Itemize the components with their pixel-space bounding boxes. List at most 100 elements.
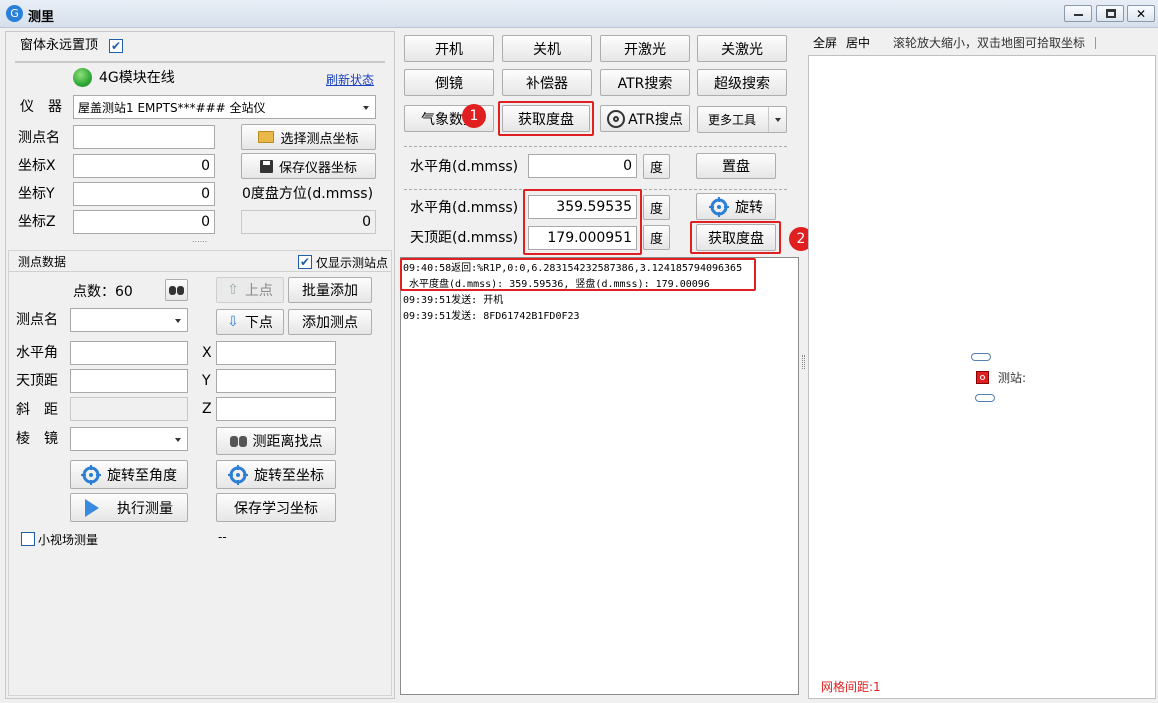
map-canvas[interactable]: 测站: 网格间距:1	[808, 55, 1156, 699]
rotate-to-coord-button[interactable]: 旋转至坐标	[216, 460, 336, 489]
zero-azimuth-label: 0度盘方位(d.mmss)	[242, 186, 374, 202]
x-label: X	[202, 345, 212, 361]
close-icon: ✕	[1135, 6, 1147, 21]
arrow-down-icon: ⇩	[227, 314, 239, 330]
execute-measure-button[interactable]: 执行测量	[70, 493, 188, 522]
station-label: 测站:	[998, 371, 1027, 385]
grid-spacing-label: 网格间距:1	[821, 680, 881, 694]
binocular-button[interactable]	[165, 279, 188, 301]
coord-z-input[interactable]: 0	[73, 210, 215, 234]
prism-label: 棱 镜	[16, 431, 58, 447]
log-line: 09:39:51发送: 8FD61742B1FD0F23	[403, 311, 580, 322]
chain-icon	[971, 353, 991, 361]
slope-distance-label: 斜 距	[16, 402, 58, 418]
coord-x-label: 坐标X	[18, 158, 56, 174]
degree-button-3[interactable]: 度	[643, 225, 670, 250]
zenith-input[interactable]	[70, 369, 188, 393]
vertical-splitter-grip[interactable]	[802, 355, 805, 369]
maximize-icon	[1106, 9, 1116, 18]
save-icon	[259, 159, 273, 173]
close-button[interactable]: ✕	[1127, 5, 1155, 22]
maximize-button[interactable]	[1096, 5, 1124, 22]
add-point-button[interactable]: 添加测点	[288, 309, 372, 335]
crosshair-icon	[709, 196, 729, 217]
compensator-button[interactable]: 补偿器	[502, 69, 592, 96]
more-tools-button[interactable]: 更多工具	[697, 106, 787, 133]
instrument-label: 仪 器	[20, 99, 62, 115]
only-station-label: 仅显示测站点	[316, 256, 389, 270]
highlight-box-2	[690, 221, 781, 254]
save-learn-coord-button[interactable]: 保存学习坐标	[216, 493, 336, 522]
next-point-button[interactable]: ⇩ 下点	[216, 309, 284, 335]
status-led-icon	[73, 68, 92, 87]
coord-y-label: 坐标Y	[18, 186, 55, 202]
instrument-select[interactable]: 屋盖测站1 EMPTS***### 全站仪	[73, 95, 376, 119]
refresh-status-link[interactable]: 刷新状态	[326, 71, 374, 89]
select-point-button[interactable]: 选择测点坐标	[241, 124, 376, 150]
binoculars-icon	[169, 285, 184, 295]
rotate-to-angle-button[interactable]: 旋转至角度	[70, 460, 188, 489]
fullscreen-button[interactable]: 全屏	[813, 34, 837, 52]
prev-point-button[interactable]: ⇧ 上点	[216, 277, 284, 303]
center-button[interactable]: 居中	[846, 34, 870, 52]
y-input[interactable]	[216, 369, 336, 393]
set-disk-button[interactable]: 置盘	[696, 153, 776, 179]
super-search-button[interactable]: 超级搜索	[697, 69, 787, 96]
play-icon	[85, 498, 99, 517]
coord-x-input[interactable]: 0	[73, 154, 215, 178]
hz-input[interactable]	[70, 341, 188, 365]
highlight-box-log	[400, 258, 756, 291]
only-station-checkbox[interactable]: ✔	[298, 255, 312, 269]
toolbar-divider	[1095, 37, 1096, 49]
log-area[interactable]: 09:40:58返回:%R1P,0:0,6.283154232587386,3.…	[400, 257, 799, 695]
laser-on-button[interactable]: 开激光	[600, 35, 690, 62]
title-bar: G 测里 ✕	[0, 0, 1158, 28]
measure-binoculars-icon	[229, 435, 247, 447]
zenith-label: 天顶距(d.mmss)	[410, 230, 519, 246]
zenith-label: 天顶距	[16, 373, 58, 389]
topmost-checkbox[interactable]: ✔	[109, 39, 123, 53]
slope-distance-input	[70, 397, 188, 421]
atr-point-button[interactable]: ATR搜点	[600, 105, 690, 132]
step-badge-1: 1	[462, 104, 486, 128]
flip-face-button[interactable]: 倒镜	[404, 69, 494, 96]
degree-button-2[interactable]: 度	[643, 195, 670, 220]
crosshair-icon	[228, 464, 248, 485]
z-input[interactable]	[216, 397, 336, 421]
hz-set-input[interactable]: 0	[528, 154, 637, 178]
splitter-grip[interactable]: ......	[192, 236, 207, 244]
z-label: Z	[202, 401, 212, 417]
chain-icon	[975, 394, 995, 402]
power-off-button[interactable]: 关机	[502, 35, 592, 62]
minimize-button[interactable]	[1064, 5, 1092, 22]
station-marker-icon[interactable]	[976, 371, 989, 384]
point-name-input[interactable]	[73, 125, 215, 149]
target-icon	[607, 109, 626, 128]
batch-add-button[interactable]: 批量添加	[288, 277, 372, 303]
pt-name-select[interactable]	[70, 308, 188, 332]
laser-off-button[interactable]: 关激光	[697, 35, 787, 62]
degree-button-1[interactable]: 度	[643, 154, 670, 179]
highlight-box-1	[498, 101, 594, 136]
atr-search-button[interactable]: ATR搜索	[600, 69, 690, 96]
module-status: 4G模块在线	[99, 70, 175, 86]
save-instrument-coord-button[interactable]: 保存仪器坐标	[241, 153, 376, 179]
log-line: 09:39:51发送: 开机	[403, 295, 504, 306]
coord-z-label: 坐标Z	[18, 214, 56, 230]
divider	[404, 146, 787, 147]
small-fov-checkbox[interactable]	[21, 532, 35, 546]
coord-y-input[interactable]: 0	[73, 182, 215, 206]
point-count: 点数：60	[73, 284, 133, 300]
window-title: 测里	[28, 10, 55, 25]
highlight-box-values	[523, 189, 642, 255]
divider	[15, 61, 385, 63]
prism-select[interactable]	[70, 427, 188, 451]
hz-label: 水平角(d.mmss)	[410, 200, 519, 216]
rotate-button[interactable]: 旋转	[696, 193, 776, 220]
check-icon: ✔	[299, 255, 311, 269]
power-on-button[interactable]: 开机	[404, 35, 494, 62]
topmost-label: 窗体永远置顶	[20, 38, 99, 53]
x-input[interactable]	[216, 341, 336, 365]
find-point-button[interactable]: 测距离找点	[216, 427, 336, 455]
status-dash: --	[218, 530, 227, 544]
